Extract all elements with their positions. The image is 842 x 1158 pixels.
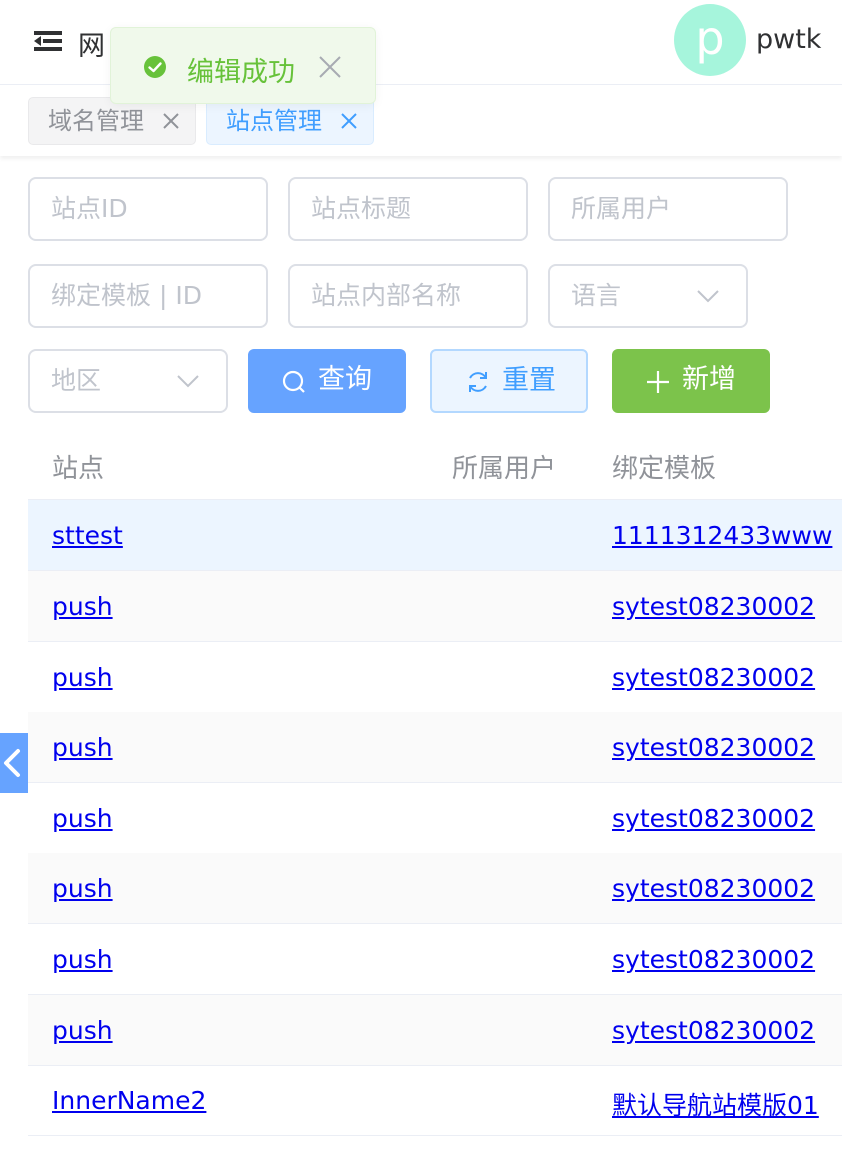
template-link[interactable]: sytest08230002	[612, 804, 815, 833]
add-button[interactable]: 新增	[612, 349, 770, 413]
query-button[interactable]: 查询	[248, 349, 406, 413]
template-link[interactable]: 默认导航站模版01	[612, 1086, 819, 1122]
page: 网 p pwtk 域名管理 站点管理 编辑成功 站点ID 站点标题 所属用户 绑…	[0, 0, 842, 1158]
tag-domain-management[interactable]: 域名管理	[28, 97, 196, 145]
table-row[interactable]: push sytest08230002	[28, 712, 842, 783]
success-check-icon	[144, 56, 166, 78]
table-row[interactable]: push sytest08230002	[28, 642, 842, 713]
tag-label: 域名管理	[48, 107, 144, 135]
template-link[interactable]: sytest08230002	[612, 733, 815, 762]
close-icon[interactable]	[317, 54, 343, 80]
avatar[interactable]: p	[674, 4, 746, 76]
table-row[interactable]: push sytest08230002	[28, 995, 842, 1066]
region-select[interactable]: 地区	[28, 349, 228, 413]
column-header-template: 绑定模板	[612, 454, 717, 484]
site-link[interactable]: push	[52, 663, 113, 692]
template-link[interactable]: sytest08230002	[612, 874, 815, 903]
chevron-down-icon	[177, 375, 199, 388]
site-link[interactable]: sttest	[52, 521, 123, 550]
template-link[interactable]: sytest08230002	[612, 592, 815, 621]
site-link[interactable]: push	[52, 804, 113, 833]
region-select-placeholder: 地区	[51, 366, 102, 395]
template-input[interactable]: 绑定模板 | ID	[28, 264, 268, 328]
site-link[interactable]: push	[52, 1016, 113, 1045]
site-link[interactable]: push	[52, 945, 113, 974]
chevron-left-icon	[4, 749, 20, 777]
table-row[interactable]: push sytest08230002	[28, 853, 842, 924]
tag-label: 站点管理	[226, 107, 322, 135]
success-toast: 编辑成功	[110, 27, 376, 104]
username[interactable]: pwtk	[756, 24, 821, 55]
site-title-input[interactable]: 站点标题	[288, 177, 528, 241]
plus-icon	[647, 371, 669, 393]
search-icon	[282, 370, 305, 393]
template-link[interactable]: 1111312433www	[612, 521, 832, 550]
reset-button-label: 重置	[502, 365, 556, 396]
site-id-input[interactable]: 站点ID	[28, 177, 268, 241]
table-row[interactable]: InnerName2 默认导航站模版01	[28, 1065, 842, 1136]
tag-site-management[interactable]: 站点管理	[206, 97, 374, 145]
reset-button[interactable]: 重置	[430, 349, 588, 413]
menu-fold-icon[interactable]	[32, 28, 64, 54]
query-button-label: 查询	[318, 364, 372, 395]
site-link[interactable]: InnerName2	[52, 1086, 206, 1115]
toast-message: 编辑成功	[187, 57, 295, 88]
sidebar-toggle-tab[interactable]	[0, 733, 28, 793]
app-title: 网	[78, 31, 105, 62]
site-link[interactable]: push	[52, 874, 113, 903]
inner-name-input[interactable]: 站点内部名称	[288, 264, 528, 328]
language-select-placeholder: 语言	[571, 281, 622, 310]
table-row[interactable]: push sytest08230002	[28, 571, 842, 642]
template-link[interactable]: sytest08230002	[612, 945, 815, 974]
site-link[interactable]: push	[52, 592, 113, 621]
template-link[interactable]: sytest08230002	[612, 1016, 815, 1045]
owner-input[interactable]: 所属用户	[548, 177, 788, 241]
close-icon[interactable]	[339, 111, 359, 131]
close-icon[interactable]	[161, 111, 181, 131]
site-link[interactable]: push	[52, 733, 113, 762]
column-header-site: 站点	[52, 454, 105, 484]
chevron-down-icon	[697, 290, 719, 303]
table-row[interactable]: push sytest08230002	[28, 924, 842, 995]
column-header-owner: 所属用户	[452, 454, 557, 484]
table-row[interactable]: push sytest08230002	[28, 783, 842, 854]
template-link[interactable]: sytest08230002	[612, 663, 815, 692]
language-select[interactable]: 语言	[548, 264, 748, 328]
refresh-icon	[469, 372, 487, 392]
add-button-label: 新增	[682, 364, 736, 395]
table-row[interactable]: sttest 1111312433www	[28, 500, 842, 571]
